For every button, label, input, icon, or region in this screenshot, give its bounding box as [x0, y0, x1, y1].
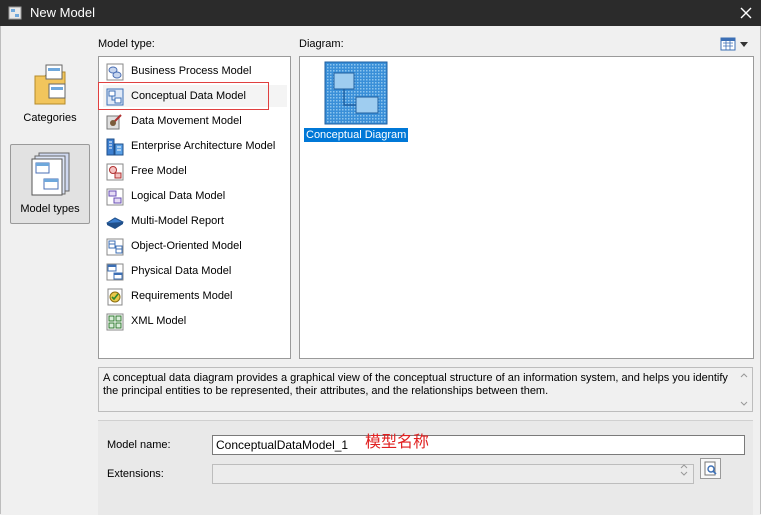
- list-item-multi-model-report[interactable]: Multi-Model Report: [103, 210, 287, 232]
- multi-model-report-icon: [106, 217, 124, 229]
- list-item-enterprise-architecture-model[interactable]: Enterprise Architecture Model: [103, 135, 287, 157]
- list-view-icon: [720, 37, 748, 51]
- extensions-label: Extensions:: [107, 468, 164, 480]
- category-pane: Categories Model types: [1, 56, 93, 514]
- model-types-label: Model types: [20, 203, 80, 215]
- extensions-spinner[interactable]: [677, 460, 691, 480]
- model-name-annotation: 模型名称: [365, 434, 430, 451]
- app-icon: [8, 6, 22, 20]
- list-item-free-model[interactable]: Free Model: [103, 160, 287, 182]
- model-name-label: Model name:: [107, 439, 171, 451]
- diagram-label: Diagram:: [299, 38, 344, 50]
- new-model-dialog: Categories Model types Model type: Diagr…: [0, 26, 761, 515]
- description-scrollbar[interactable]: [736, 368, 752, 411]
- list-item-business-process-model[interactable]: Business Process Model: [103, 60, 287, 82]
- data-movement-model-icon: [106, 114, 122, 130]
- list-item-requirements-model[interactable]: Requirements Model: [103, 285, 287, 307]
- extensions-input[interactable]: [212, 464, 694, 484]
- model-types-icon: [31, 152, 70, 196]
- title-bar: New Model: [0, 0, 761, 26]
- physical-data-model-icon: [106, 263, 124, 281]
- close-icon[interactable]: [737, 4, 755, 22]
- categories-folder-icon: [34, 64, 66, 105]
- list-item-object-oriented-model[interactable]: Object-Oriented Model: [103, 235, 287, 257]
- free-model-icon: [106, 163, 124, 181]
- conceptual-diagram-icon: [324, 61, 388, 125]
- list-item-xml-model[interactable]: XML Model: [103, 310, 287, 332]
- description-text: A conceptual data diagram provides a gra…: [103, 372, 728, 397]
- categories-button[interactable]: Categories: [11, 56, 89, 132]
- model-description: A conceptual data diagram provides a gra…: [98, 367, 753, 412]
- diagram-list[interactable]: Conceptual Diagram: [299, 56, 754, 359]
- requirements-model-icon: [107, 288, 123, 306]
- list-item-data-movement-model[interactable]: Data Movement Model: [103, 110, 287, 132]
- extensions-browse-button[interactable]: [700, 458, 721, 479]
- model-types-button[interactable]: Model types: [10, 144, 90, 224]
- logical-data-model-icon: [106, 188, 124, 206]
- object-oriented-model-icon: [106, 238, 124, 256]
- browse-icon: [704, 461, 717, 476]
- xml-model-icon: [106, 313, 124, 331]
- list-item-logical-data-model[interactable]: Logical Data Model: [103, 185, 287, 207]
- list-item-physical-data-model[interactable]: Physical Data Model: [103, 260, 287, 282]
- window-title: New Model: [30, 5, 96, 20]
- categories-label: Categories: [23, 112, 77, 124]
- chevron-down-icon: [740, 42, 748, 47]
- enterprise-architecture-model-icon: [106, 138, 124, 156]
- model-type-label: Model type:: [98, 38, 155, 50]
- business-process-model-icon: [106, 63, 124, 81]
- diagram-item-label: Conceptual Diagram: [304, 128, 409, 142]
- view-mode-button[interactable]: [720, 37, 752, 51]
- diagram-item-conceptual-diagram[interactable]: Conceptual Diagram: [304, 61, 409, 145]
- model-name-input[interactable]: ConceptualDataModel_1: [212, 435, 745, 455]
- highlight-annotation-box: [98, 82, 269, 110]
